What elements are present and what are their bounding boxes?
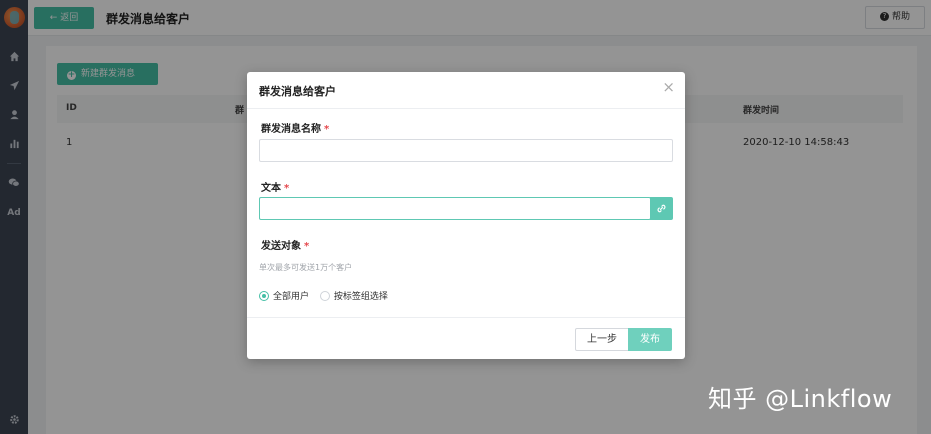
required-mark: * <box>284 183 290 194</box>
text-input[interactable] <box>259 197 651 220</box>
watermark: 知乎 @Linkflow <box>708 385 893 413</box>
name-field-label: 群发消息名称 * <box>261 120 329 135</box>
name-label-text: 群发消息名称 <box>261 124 321 135</box>
modal-title: 群发消息给客户 <box>259 85 336 98</box>
modal-header: 群发消息给客户 × <box>247 72 685 109</box>
target-radio-group: 全部用户 按标签组选择 <box>259 289 396 302</box>
modal-footer-divider <box>247 317 685 318</box>
radio-by-tag-group-label[interactable]: 按标签组选择 <box>334 292 388 302</box>
close-icon[interactable]: × <box>662 80 675 95</box>
text-field-label: 文本 * <box>261 179 289 194</box>
required-mark: * <box>324 124 330 135</box>
radio-all-users-label[interactable]: 全部用户 <box>273 292 309 302</box>
link-icon <box>657 204 666 213</box>
target-field-label: 发送对象 * <box>261 237 309 252</box>
required-mark: * <box>304 241 310 252</box>
radio-all-users[interactable] <box>259 291 269 301</box>
publish-button[interactable]: 发布 <box>628 328 672 351</box>
broadcast-modal: 群发消息给客户 × 群发消息名称 * 文本 * 发送对象 * 单次最多可发送1万个客户… <box>247 72 685 359</box>
text-label-text: 文本 <box>261 183 281 194</box>
broadcast-name-input[interactable] <box>259 139 673 162</box>
target-label-text: 发送对象 <box>261 241 301 252</box>
radio-by-tag-group[interactable] <box>319 291 330 301</box>
target-hint: 单次最多可发送1万个客户 <box>259 263 353 272</box>
link-button[interactable] <box>650 197 673 220</box>
previous-step-button[interactable]: 上一步 <box>575 328 629 351</box>
